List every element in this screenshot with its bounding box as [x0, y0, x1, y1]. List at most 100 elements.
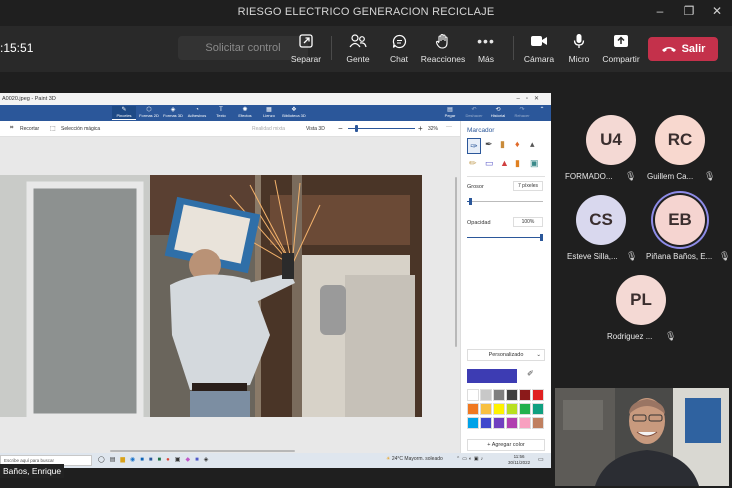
widgets-icon[interactable]: ▤	[110, 457, 121, 463]
color-swatch[interactable]	[467, 417, 479, 429]
watercolor-tool[interactable]: ♦	[515, 139, 520, 149]
crop-button[interactable]: Recortar	[20, 126, 39, 132]
view3d-button[interactable]: Vista 3D	[306, 126, 325, 132]
file-explorer-icon[interactable]: ▆	[120, 457, 130, 463]
zoom-out-button[interactable]: −	[338, 124, 343, 133]
ribbon-brushes[interactable]: ✎ Pinceles	[112, 106, 136, 120]
eyedropper-icon[interactable]: ✐	[527, 369, 534, 378]
ribbon-stickers[interactable]: ◔ Adhesivos	[185, 106, 209, 120]
panel-divider	[467, 176, 545, 177]
meeting-toolbar: :15:51 Solicitar control Separar Gente C…	[0, 26, 732, 72]
leave-button[interactable]: Salir	[648, 37, 718, 61]
thickness-slider[interactable]	[467, 198, 543, 205]
pencil-tool[interactable]: ✏	[469, 158, 477, 169]
ribbon-effects[interactable]: ✺ Efectos	[233, 106, 257, 120]
system-tray-icons[interactable]: ⌃▭◐▣♪	[456, 456, 485, 462]
more-button[interactable]: ••• Más	[470, 32, 502, 64]
taskbar-clock[interactable]: 11:56 30/11/2022	[508, 454, 530, 466]
color-swatch[interactable]	[493, 417, 505, 429]
color-swatch[interactable]	[519, 417, 531, 429]
magic-select-button[interactable]: Selección mágica	[61, 126, 100, 132]
minimize-icon[interactable]: –	[652, 4, 668, 18]
paint3d-canvas[interactable]	[0, 137, 460, 455]
ribbon-2d-shapes[interactable]: ⬡ Formas 2D	[137, 106, 161, 120]
color-swatch[interactable]	[532, 417, 544, 429]
mixed-reality-button[interactable]: Realidad mixta	[252, 126, 285, 132]
participant-tile[interactable]: EB Piñana Baños, E... 🎙︎	[644, 195, 730, 261]
ribbon-canvas[interactable]: ▦ Lienzo	[257, 106, 281, 120]
app-icon[interactable]: ◈	[204, 457, 214, 463]
color-swatch[interactable]	[467, 389, 479, 401]
chrome-icon[interactable]: ●	[166, 457, 175, 463]
close-icon[interactable]: ✕	[709, 4, 725, 18]
thickness-slider-thumb[interactable]	[469, 198, 472, 205]
ribbon-text[interactable]: T Texto	[209, 106, 233, 120]
color-swatch[interactable]	[506, 417, 518, 429]
participant-tile[interactable]: CS Esteve Silla,... 🎙︎	[565, 195, 637, 261]
ribbon-3d-shapes[interactable]: ◈ Formas 3D	[161, 106, 185, 120]
ribbon-paste[interactable]: ▤ Pegar	[438, 106, 462, 120]
mic-button[interactable]: Micro	[562, 32, 596, 64]
current-color-swatch[interactable]	[467, 369, 517, 383]
participant-tile[interactable]: U4 FORMADO... 🎙︎	[565, 115, 647, 181]
color-swatch[interactable]	[506, 403, 518, 415]
color-mode-dropdown[interactable]: Personalizado ⌄	[467, 349, 545, 361]
notifications-icon[interactable]: ▭	[538, 456, 544, 463]
participant-tile[interactable]: RC Guillem Ca... 🎙︎	[644, 115, 716, 181]
horizontal-scrollbar[interactable]	[110, 450, 295, 452]
store-icon[interactable]: ▣	[175, 457, 186, 463]
marker-tool[interactable]: ✑	[467, 138, 481, 154]
color-swatch[interactable]	[493, 389, 505, 401]
ribbon-redo[interactable]: ↷ Rehacer	[510, 106, 534, 120]
ribbon-undo[interactable]: ↶ Deshacer	[462, 106, 486, 120]
spray-can-tool[interactable]: ▮	[515, 158, 520, 169]
vertical-scrollbar[interactable]	[455, 177, 457, 347]
oil-brush-tool[interactable]: ▮	[500, 139, 505, 150]
participant-tile[interactable]: PL Rodriguez ... 🎙︎	[605, 275, 677, 341]
maximize-icon[interactable]: ❐	[681, 4, 697, 18]
ribbon-library[interactable]: ❖ Biblioteca 3D	[281, 106, 307, 120]
zoom-in-button[interactable]: +	[418, 124, 423, 133]
thickness-input[interactable]: 7 píxeles	[513, 181, 543, 191]
color-swatch[interactable]	[467, 403, 479, 415]
fill-tool[interactable]: ▣	[530, 158, 539, 169]
add-color-button[interactable]: + Agregar color	[467, 439, 545, 451]
camera-button[interactable]: Cámara	[520, 32, 558, 64]
color-swatch[interactable]	[519, 389, 531, 401]
color-swatch[interactable]	[480, 403, 492, 415]
word-icon[interactable]: ■	[149, 457, 158, 463]
color-swatch[interactable]	[493, 403, 505, 415]
pixel-pen-tool[interactable]: ▴	[530, 139, 535, 150]
calligraphy-pen-tool[interactable]: ✒	[485, 139, 493, 150]
weather-widget[interactable]: ☀ 24°C Mayorm. soleado	[386, 456, 443, 462]
color-swatch[interactable]	[519, 403, 531, 415]
more-options-icon[interactable]: ···	[446, 124, 452, 130]
color-swatch[interactable]	[480, 389, 492, 401]
paint3d-ribbon: ✎ Pinceles ⬡ Formas 2D ◈ Formas 3D ◔ Adhesiv…	[0, 105, 551, 121]
chat-button[interactable]: Chat	[383, 32, 415, 64]
color-swatch[interactable]	[480, 417, 492, 429]
zoom-slider-thumb[interactable]	[355, 125, 358, 132]
share-button[interactable]: Compartir	[600, 32, 642, 64]
color-swatch[interactable]	[506, 389, 518, 401]
opacity-slider-thumb[interactable]	[540, 234, 543, 241]
reactions-button[interactable]: Reacciones	[420, 32, 466, 64]
teams-icon[interactable]: ■	[195, 457, 204, 463]
edge-icon[interactable]: ◉	[130, 457, 140, 463]
paint3d-taskbar-icon[interactable]: ◆	[185, 457, 195, 463]
excel-icon[interactable]: ■	[158, 457, 167, 463]
color-swatch[interactable]	[532, 403, 544, 415]
avatar: U4	[586, 115, 636, 165]
ribbon-history[interactable]: ⟲ Historial	[486, 106, 510, 120]
outlook-icon[interactable]: ■	[140, 457, 149, 463]
popout-button[interactable]: Separar	[287, 32, 325, 64]
opacity-input[interactable]: 100%	[513, 217, 543, 227]
ribbon-collapse[interactable]: ⌃	[536, 106, 548, 120]
task-view-icon[interactable]: ◯	[98, 457, 110, 463]
color-swatch[interactable]	[532, 389, 544, 401]
zoom-slider[interactable]	[348, 125, 415, 132]
crayon-tool[interactable]: ▲	[500, 158, 509, 168]
eraser-tool[interactable]: ▭	[485, 158, 494, 169]
opacity-slider[interactable]	[467, 234, 543, 241]
people-button[interactable]: Gente	[340, 32, 376, 64]
